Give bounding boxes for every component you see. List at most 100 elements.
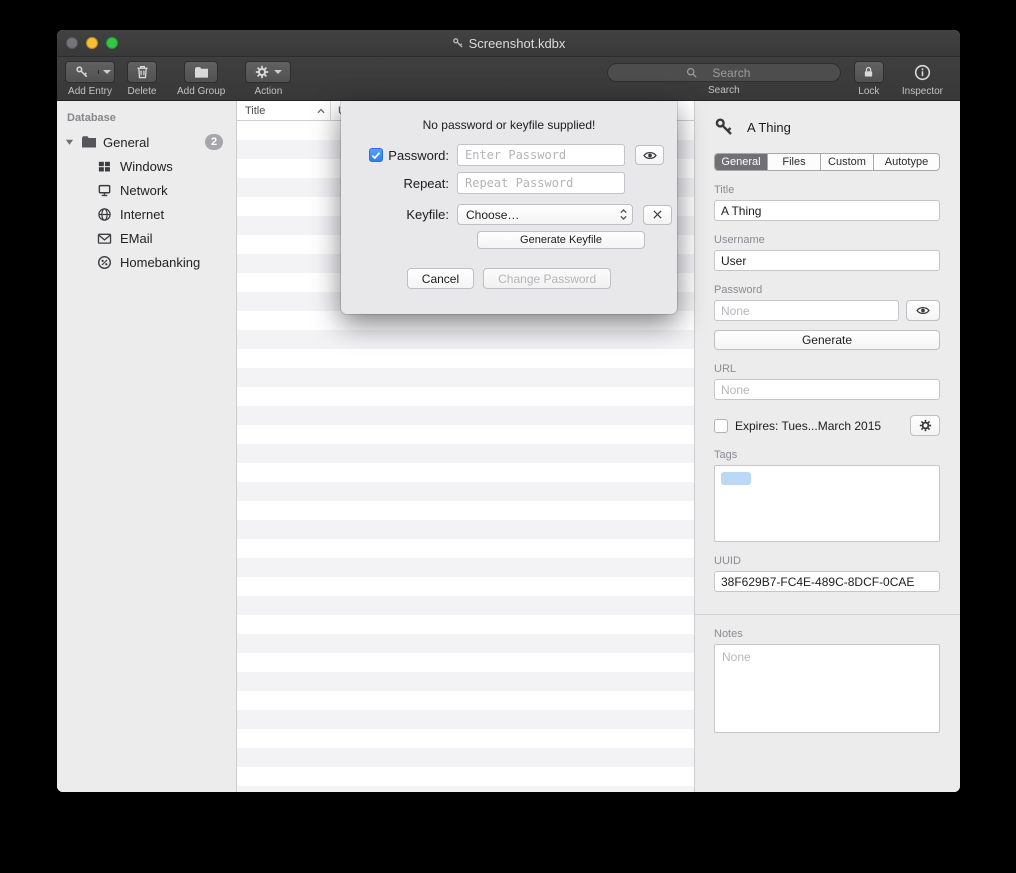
windows-icon: [97, 159, 112, 174]
chevron-down-icon: [274, 70, 282, 74]
keyfile-popup[interactable]: Choose…: [457, 204, 633, 225]
sidebar-item-homebanking[interactable]: Homebanking: [57, 250, 236, 274]
lock-icon: [862, 65, 875, 79]
clear-keyfile-button[interactable]: [643, 205, 672, 225]
eye-icon: [642, 150, 658, 161]
tag-token[interactable]: [721, 472, 751, 485]
uuid-label: UUID: [714, 555, 940, 567]
dialog-message: No password or keyfile supplied!: [341, 101, 677, 132]
sidebar-item-label: Network: [120, 183, 168, 198]
password-field[interactable]: [714, 300, 899, 321]
password-label: Password:: [388, 148, 449, 163]
trash-icon: [136, 65, 149, 79]
sidebar-item-email[interactable]: EMail: [57, 226, 236, 250]
reveal-password-button[interactable]: [906, 300, 940, 321]
sidebar-section-header: Database: [57, 107, 236, 130]
sidebar-item-label: Homebanking: [120, 255, 200, 270]
username-field[interactable]: [714, 250, 940, 271]
globe-icon: [97, 207, 112, 222]
tab-general[interactable]: General: [715, 154, 768, 170]
document-icon: [452, 37, 464, 49]
add-group-button[interactable]: [184, 61, 218, 83]
minimize-button[interactable]: [86, 37, 98, 49]
sidebar-group-general[interactable]: General 2: [57, 130, 236, 154]
search-input[interactable]: [701, 66, 761, 80]
notes-field[interactable]: None: [714, 644, 940, 733]
action-label: Action: [254, 86, 282, 97]
sort-ascending-icon: [317, 108, 325, 114]
expires-settings-button[interactable]: [910, 415, 940, 436]
sidebar-group-label: General: [103, 135, 149, 150]
tags-label: Tags: [714, 449, 940, 461]
expires-label: Expires: Tues...March 2015: [735, 419, 881, 433]
sidebar-item-internet[interactable]: Internet: [57, 202, 236, 226]
sidebar-item-network[interactable]: Network: [57, 178, 236, 202]
reveal-password-button[interactable]: [635, 145, 664, 165]
generate-keyfile-button[interactable]: Generate Keyfile: [477, 231, 645, 249]
popup-arrows-icon: [619, 208, 628, 221]
action-button[interactable]: [245, 61, 291, 83]
inspector-divider: [695, 614, 960, 615]
key-icon: [714, 117, 734, 137]
lock-button[interactable]: [854, 61, 884, 83]
column-header-title[interactable]: Title: [237, 101, 331, 120]
keyfile-label: Keyfile:: [406, 207, 449, 222]
entry-count-badge: 2: [205, 134, 223, 150]
title-field[interactable]: [714, 200, 940, 221]
tab-custom[interactable]: Custom: [821, 154, 874, 170]
entry-header: A Thing: [714, 117, 940, 137]
sidebar: Database General 2: [57, 101, 237, 792]
sidebar-item-label: EMail: [120, 231, 153, 246]
delete-button[interactable]: [127, 61, 157, 83]
generate-password-button[interactable]: Generate: [714, 330, 940, 350]
envelope-icon: [97, 232, 112, 245]
expires-checkbox[interactable]: [714, 419, 728, 433]
url-field-label: URL: [714, 363, 940, 375]
delete-label: Delete: [128, 86, 157, 97]
username-field-label: Username: [714, 234, 940, 246]
add-entry-button[interactable]: [65, 61, 115, 83]
sidebar-item-label: Internet: [120, 207, 164, 222]
password-field-label: Password: [714, 284, 940, 296]
disclosure-triangle-icon[interactable]: [65, 138, 74, 146]
entry-title: A Thing: [747, 120, 791, 135]
close-button[interactable]: [66, 37, 78, 49]
tab-files[interactable]: Files: [768, 154, 821, 170]
sidebar-item-label: Windows: [120, 159, 173, 174]
enter-password-field[interactable]: [457, 144, 625, 166]
cancel-button[interactable]: Cancel: [407, 268, 474, 289]
tags-box[interactable]: [714, 465, 940, 542]
homebanking-icon: [97, 255, 112, 270]
add-entry-dropdown[interactable]: [98, 70, 114, 74]
gear-icon: [919, 419, 932, 432]
content-area: Database General 2: [57, 101, 960, 792]
key-icon: [66, 65, 98, 79]
add-group-label: Add Group: [177, 86, 225, 97]
title-field-label: Title: [714, 184, 940, 196]
inspector-panel: A Thing General Files Custom Autotype Ti…: [695, 101, 960, 792]
zoom-button[interactable]: [106, 37, 118, 49]
folder-icon: [81, 135, 97, 149]
x-icon: [652, 209, 663, 220]
password-checkbox[interactable]: [369, 148, 383, 162]
notes-label: Notes: [714, 628, 940, 640]
sidebar-item-windows[interactable]: Windows: [57, 154, 236, 178]
network-icon: [97, 183, 112, 198]
titlebar: Screenshot.kdbx: [57, 30, 960, 57]
info-icon: [914, 64, 931, 81]
chevron-down-icon: [103, 70, 111, 74]
add-entry-label: Add Entry: [68, 86, 112, 97]
window-title: Screenshot.kdbx: [469, 36, 566, 51]
url-field[interactable]: [714, 379, 940, 400]
inspector-button[interactable]: [907, 61, 937, 83]
tab-autotype[interactable]: Autotype: [874, 154, 939, 170]
search-field[interactable]: [607, 63, 841, 82]
traffic-lights: [66, 37, 118, 49]
search-label: Search: [708, 85, 740, 96]
eye-icon: [915, 305, 931, 316]
app-window: Screenshot.kdbx Add Entry: [57, 30, 960, 792]
repeat-password-field[interactable]: [457, 172, 625, 194]
window-title-group: Screenshot.kdbx: [452, 36, 566, 51]
uuid-field[interactable]: [714, 571, 940, 592]
change-password-button[interactable]: Change Password: [483, 268, 611, 289]
